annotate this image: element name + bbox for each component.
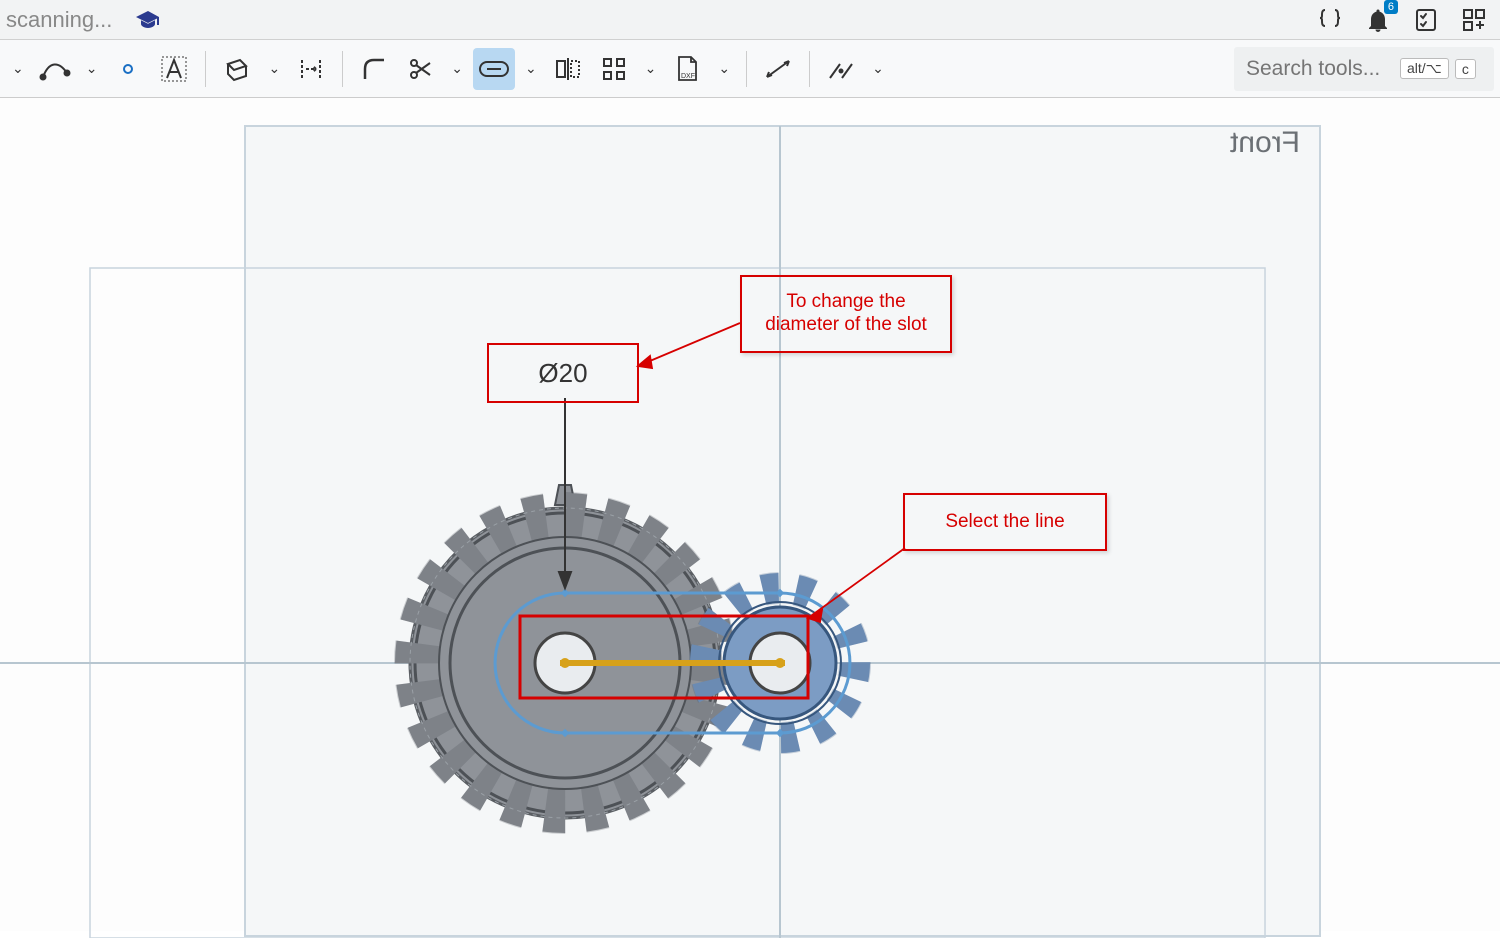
offset-tool[interactable]	[290, 48, 332, 90]
dropdown-chevron-icon[interactable]: ⌄	[866, 60, 890, 77]
toolbar-divider	[746, 51, 747, 87]
slot-tool[interactable]	[473, 48, 515, 90]
sketch-toolbar: ⌄ ⌄ ⌄ ⌄ ⌄ ⌄ DXF ⌄ ⌄	[0, 40, 1500, 98]
mirror-tool[interactable]	[547, 48, 589, 90]
toolbar-divider	[342, 51, 343, 87]
dropdown-chevron-icon[interactable]: ⌄	[519, 60, 543, 77]
apps-icon[interactable]	[1460, 6, 1488, 34]
text-tool[interactable]	[153, 48, 195, 90]
dropdown-chevron-icon[interactable]: ⌄	[6, 60, 30, 77]
pattern-tool[interactable]	[593, 48, 635, 90]
spline-tool[interactable]	[34, 48, 76, 90]
point-tool[interactable]	[107, 48, 149, 90]
sketch-canvas[interactable]: Front Ø20 To change the diameter of the …	[0, 98, 1500, 931]
dropdown-chevron-icon[interactable]: ⌄	[80, 60, 104, 77]
annotation-select-line: Select the line	[903, 493, 1107, 551]
trim-tool[interactable]	[399, 48, 441, 90]
learn-icon[interactable]	[134, 6, 162, 34]
dxf-import-tool[interactable]: DXF	[666, 48, 708, 90]
toolbar-divider	[205, 51, 206, 87]
dropdown-chevron-icon[interactable]: ⌄	[262, 60, 286, 77]
kbd-hint: alt/⌥	[1400, 58, 1449, 79]
dropdown-chevron-icon[interactable]: ⌄	[445, 60, 469, 77]
dimension-value: Ø20	[538, 358, 587, 389]
search-tools[interactable]: alt/⌥ c	[1234, 47, 1494, 91]
dropdown-chevron-icon[interactable]: ⌄	[712, 60, 736, 77]
notifications-icon[interactable]: 6	[1364, 6, 1392, 34]
plane-tool[interactable]	[216, 48, 258, 90]
annotation-diameter: To change the diameter of the slot	[740, 275, 952, 353]
dimension-box[interactable]: Ø20	[487, 343, 639, 403]
status-text: scanning...	[6, 7, 112, 33]
fillet-tool[interactable]	[353, 48, 395, 90]
constraint-tool[interactable]	[820, 48, 862, 90]
toolbar-divider	[809, 51, 810, 87]
search-tools-input[interactable]	[1244, 56, 1394, 82]
dropdown-chevron-icon[interactable]: ⌄	[639, 60, 663, 77]
title-bar: scanning... 6	[0, 0, 1500, 40]
view-label: Front	[1230, 126, 1300, 160]
svg-text:DXF: DXF	[681, 73, 695, 80]
dimension-tool[interactable]	[757, 48, 799, 90]
notification-badge: 6	[1384, 0, 1398, 14]
script-icon[interactable]	[1316, 6, 1344, 34]
kbd-hint: c	[1455, 59, 1476, 79]
checklist-icon[interactable]	[1412, 6, 1440, 34]
